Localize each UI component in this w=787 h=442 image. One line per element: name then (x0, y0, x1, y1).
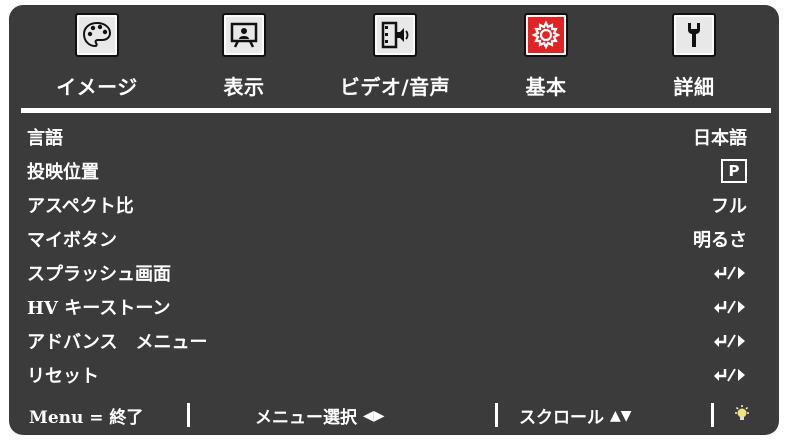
enter-arrow-icon (713, 299, 747, 315)
tab-label: 基本 (525, 75, 567, 99)
footer-select-label: メニュー選択 (255, 408, 357, 428)
wrench-icon (672, 13, 716, 57)
tab-basic[interactable]: 基本 (471, 11, 621, 111)
tab-divider (21, 108, 771, 113)
menu-item-my-button[interactable]: マイボタン 明るさ (27, 223, 747, 255)
gear-icon (524, 13, 568, 57)
menu-item-label: 言語 (27, 128, 63, 149)
tab-bar: イメージ 表示 ビデオ/音声 基本 詳細 (9, 5, 779, 113)
tab-label: 詳細 (673, 75, 715, 99)
footer-separator (187, 403, 190, 427)
left-right-arrows-icon: ◀▶ (363, 407, 385, 424)
footer-separator (495, 403, 498, 427)
menu-item-aspect-ratio[interactable]: アスペクト比 フル (27, 189, 747, 221)
menu-item-label: リセット (27, 366, 99, 387)
enter-arrow-icon (713, 333, 747, 349)
menu-item-value: 明るさ (693, 230, 747, 251)
lightbulb-icon (733, 405, 751, 425)
footer-scroll-hint: スクロール ▲▼ (519, 403, 632, 429)
tab-video-audio[interactable]: ビデオ/音声 (320, 11, 470, 111)
projector-osd-menu: イメージ 表示 ビデオ/音声 基本 詳細 言語 日本語 投映位置 P アスペクト… (9, 5, 779, 435)
palette-icon (75, 13, 119, 57)
tab-image[interactable]: イメージ (22, 11, 172, 111)
display-screen-icon (222, 13, 266, 57)
enter-arrow-icon (713, 265, 747, 281)
up-down-arrows-icon: ▲▼ (610, 407, 632, 424)
video-audio-icon (373, 13, 417, 57)
tab-label: イメージ (56, 75, 138, 99)
tab-label: ビデオ/音声 (339, 75, 451, 99)
tab-display[interactable]: 表示 (169, 11, 319, 111)
menu-item-label: HV キーストーン (27, 298, 171, 319)
footer-separator (711, 403, 714, 427)
menu-item-value: 日本語 (693, 128, 747, 149)
menu-item-advanced-menu[interactable]: アドバンス メニュー (27, 325, 747, 357)
footer-select-hint: メニュー選択 ◀▶ (255, 403, 385, 429)
menu-item-language[interactable]: 言語 日本語 (27, 121, 747, 153)
enter-arrow-icon (713, 367, 747, 383)
menu-item-label: アスペクト比 (27, 196, 134, 217)
menu-item-reset[interactable]: リセット (27, 359, 747, 391)
footer-exit-hint: Menu = 終了 (29, 408, 144, 428)
footer-scroll-label: スクロール (519, 408, 604, 428)
projection-front-icon: P (721, 159, 747, 183)
tab-advanced[interactable]: 詳細 (619, 11, 769, 111)
menu-item-projection[interactable]: 投映位置 P (27, 155, 747, 187)
menu-item-label: アドバンス メニュー (27, 332, 208, 353)
menu-item-splash-screen[interactable]: スプラッシュ画面 (27, 257, 747, 289)
menu-item-label: マイボタン (27, 230, 117, 251)
menu-item-hv-keystone[interactable]: HV キーストーン (27, 291, 747, 323)
menu-item-label: スプラッシュ画面 (27, 264, 171, 285)
menu-item-label: 投映位置 (27, 162, 99, 183)
menu-item-value: フル (711, 196, 747, 217)
help-footer: Menu = 終了 メニュー選択 ◀▶ スクロール ▲▼ (9, 395, 779, 435)
tab-label: 表示 (223, 75, 265, 99)
